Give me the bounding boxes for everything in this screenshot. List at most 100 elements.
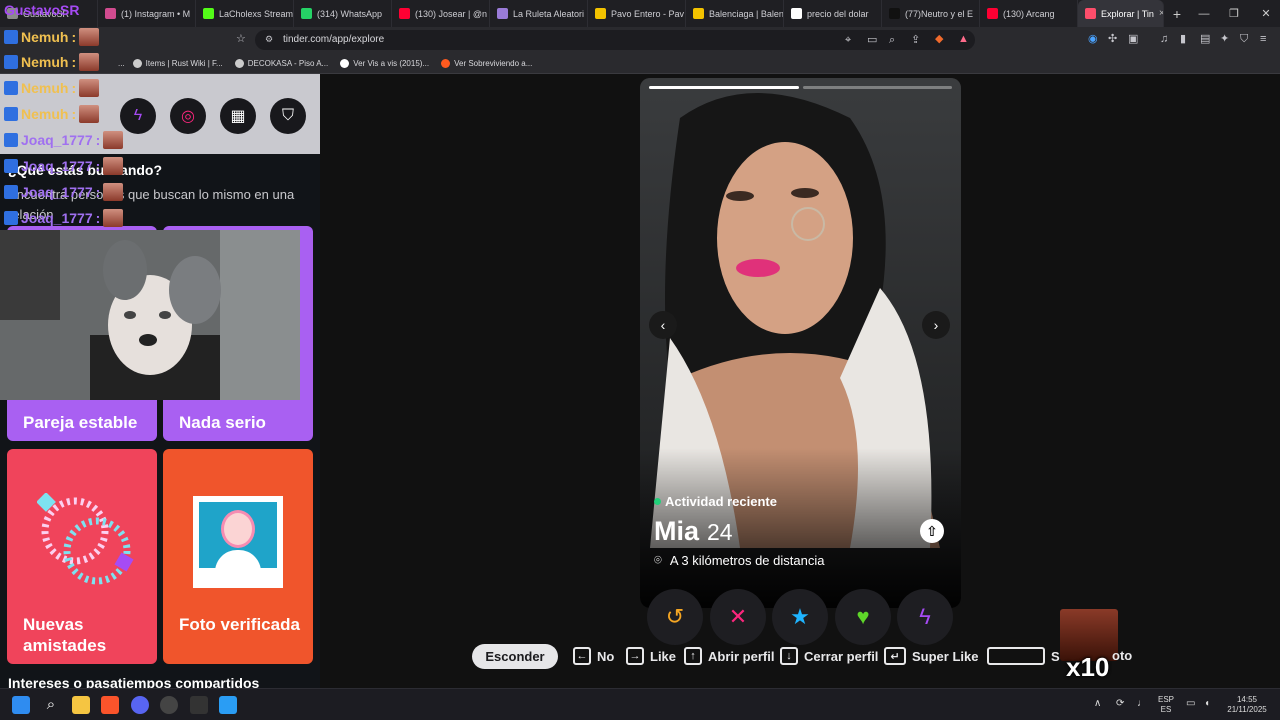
tab[interactable]: (77)Neutro y el E [882,0,980,27]
volume-icon[interactable]: ◖ [1204,699,1210,709]
close-window-button[interactable]: ✕ [1250,0,1280,27]
emote-multiplier: x10 [1066,652,1110,682]
boost-button[interactable]: ϟ [897,589,953,645]
hide-button[interactable]: Esconder [472,644,558,669]
space-key-icon [987,647,1045,665]
search-icon[interactable]: ⌕ [42,696,60,714]
nope-button[interactable]: ✕ [710,589,766,645]
tab[interactable]: (314) WhatsApp [294,0,392,27]
discord-icon[interactable] [131,696,149,714]
obs-icon[interactable] [160,696,178,714]
app-icon[interactable] [190,696,208,714]
share-icon[interactable]: ⇪ [911,35,920,46]
tab[interactable]: (130) Arcang [980,0,1078,27]
card-foto-verificada[interactable]: Foto verificada [163,449,313,664]
zoom-icon[interactable]: ⌕ [889,35,895,46]
tab[interactable]: La Ruleta Aleatori [490,0,588,27]
tab-label: precio del dolar [807,8,869,19]
tab-label: La Ruleta Aleatori [513,8,585,19]
bookmark-favicon-icon [340,58,350,68]
clock[interactable]: 14:55 21/11/2025 [1224,695,1270,715]
badge-icon [4,133,18,147]
tab[interactable]: (130) Josear | @n [392,0,490,27]
badge-icon [4,81,18,95]
file-explorer-icon[interactable] [72,696,90,714]
tray-chevron-icon[interactable]: ∧ [1094,699,1101,709]
chat-separator: : [95,210,101,226]
card-label: Nada serio [179,413,266,432]
super-like-button[interactable]: ★ [772,589,828,645]
ai-icon[interactable]: ✦ [1220,34,1229,45]
cast-icon[interactable]: ▭ [867,35,877,46]
snipping-icon[interactable] [219,696,237,714]
chat-separator: : [95,158,101,174]
tab[interactable]: LaCholexs Stream [196,0,294,27]
bookmark-label: Ver Vis a vis (2015)... [353,58,430,68]
rewind-button[interactable]: ↺ [647,589,703,645]
leo-icon[interactable]: ◉ [1088,34,1098,45]
next-photo-button[interactable]: › [922,311,950,339]
bookmark-icon[interactable]: ☆ [236,34,246,45]
shield-icon[interactable]: ⛉ [270,98,306,134]
card-nuevas-amistades[interactable]: Nuevas amistades [7,449,157,664]
url-text[interactable]: tinder.com/app/explore [283,34,384,45]
mic-icon[interactable]: ♩ [1137,699,1147,709]
address-bar[interactable]: ⚙ tinder.com/app/explore ⌖ ▭ ⌕ ⇪ ◆ ▲ [255,30,975,50]
media-icon[interactable]: ♫ [1160,34,1168,45]
profile-card[interactable]: ‹ › Actividad reciente Mia 24 ⇧ ⌾ A 3 ki… [640,78,961,608]
tab-active[interactable]: Explorar | Tin× [1078,0,1164,27]
bookmark-label: Ver Sobreviviendo a... [454,58,533,68]
friendship-bracelets-icon [37,493,134,585]
new-tab-button[interactable]: + [1164,6,1190,22]
tab[interactable]: (1) Instagram • M [98,0,196,27]
vpn-icon[interactable]: ⛉ [1240,34,1248,45]
like-button[interactable]: ♥ [835,589,891,645]
language-indicator[interactable]: ESP ES [1158,695,1174,715]
extensions-icon[interactable]: ✣ [1108,34,1117,45]
menu-icon[interactable]: ≡ [1260,34,1266,45]
briefcase-icon[interactable]: ▦ [220,98,256,134]
hint-no: ← No [573,646,614,666]
tab[interactable]: Pavo Entero - Pav [588,0,686,27]
brave-icon[interactable] [101,696,119,714]
boost-icon[interactable]: ϟ [120,98,156,134]
profile-age: 24 [707,519,733,545]
super-like-icon: ★ [790,604,810,629]
screenshot-icon[interactable]: ▣ [1128,34,1138,45]
tab-favicon-icon [497,8,508,19]
hint-label: Cerrar perfil [804,648,879,664]
sync-icon[interactable]: ⟳ [1116,699,1124,709]
brave-shield-icon[interactable]: ◆ [935,34,943,45]
tab[interactable]: precio del dolar [784,0,882,27]
network-icon[interactable]: ▭ [1186,699,1195,709]
start-button-icon[interactable] [12,696,30,714]
rewards-icon[interactable]: ▲ [958,34,969,45]
bookmark-item[interactable]: Items | Rust Wiki | F... [132,58,223,68]
tab-favicon-icon [595,8,606,19]
emote-icon [79,105,100,123]
explore-icon[interactable]: ◎ [170,98,206,134]
site-info-icon[interactable]: ⚙ [265,35,273,44]
sidebar-icon[interactable]: ▮ [1180,34,1186,45]
bookmark-item[interactable]: DECOKASA - Piso A... [234,58,328,68]
open-profile-button[interactable]: ⇧ [920,519,944,543]
tab[interactable]: Balenciaga | Balen [686,0,784,27]
location-icon[interactable]: ⌖ [845,35,851,46]
hint-close-profile: ↓ Cerrar perfil [780,646,878,666]
wallet-icon[interactable]: ▤ [1200,34,1210,45]
activity-text: Actividad reciente [665,494,777,509]
profile-name-row: Mia 24 [654,516,733,547]
hint-next-photo: S [987,646,1060,666]
restore-button[interactable]: ❐ [1218,0,1250,27]
lang-region: ES [1160,705,1172,714]
prev-photo-button[interactable]: ‹ [649,311,677,339]
bookmark-favicon-icon [441,58,451,68]
bookmark-partial[interactable]: ... [118,59,125,68]
bookmark-item[interactable]: Ver Vis a vis (2015)... [340,58,430,68]
tab-favicon-icon [791,8,802,19]
bookmark-item[interactable]: Ver Sobreviviendo a... [441,58,533,68]
badge-icon [4,55,18,69]
minimize-button[interactable]: — [1188,0,1220,27]
chat-username: Nemuh [21,106,69,122]
tab-label: (130) Arcang [1003,8,1055,19]
